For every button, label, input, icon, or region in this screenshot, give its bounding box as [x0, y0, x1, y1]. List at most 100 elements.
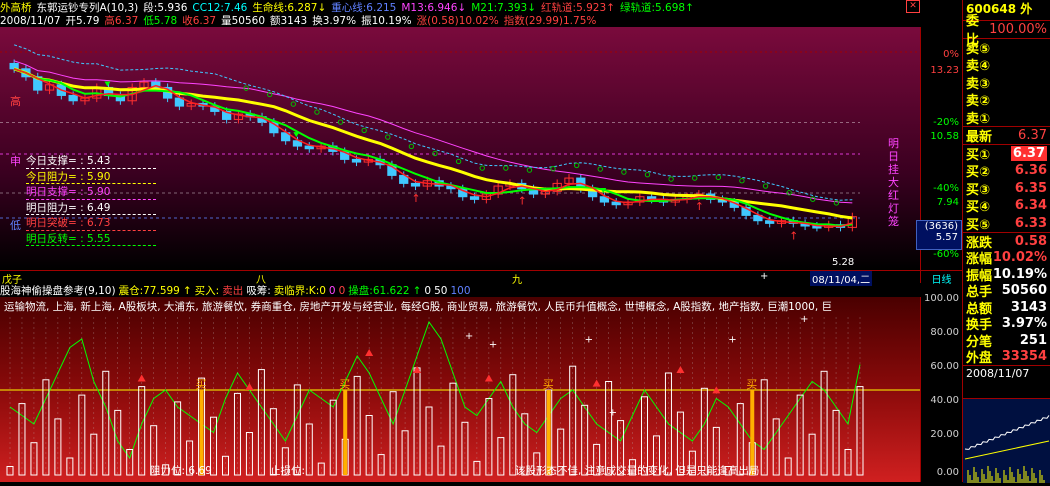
buy-order-4-label: 买⑤	[966, 217, 991, 233]
price-marker-b: 5.57	[935, 232, 958, 243]
axis-label-6: 7.94	[936, 197, 959, 208]
close-icon[interactable]: ✕	[906, 0, 920, 13]
buy-tag-1: 买	[339, 378, 350, 391]
buy-tag-3: 买	[746, 378, 757, 391]
indicator-name[interactable]: 股海神偷操盘参考(9,10)	[0, 285, 116, 297]
stat-3: 总手 50560	[963, 283, 1050, 300]
buy-order-1: 买② 6.36	[963, 162, 1050, 180]
di-label: 低	[10, 219, 21, 232]
sell-order-3: 卖②	[963, 91, 1050, 109]
sell-order-2-label: 卖③	[966, 76, 991, 92]
ohlc-date: 2008/11/07	[0, 15, 61, 27]
stat-4: 总额 3143	[963, 299, 1050, 317]
axis-label-5: -40%	[933, 183, 959, 194]
buy-order-1-label: 买②	[966, 165, 991, 181]
indicator-z: 0	[328, 285, 336, 297]
quote-date: 2008/11/07	[966, 367, 1030, 380]
price-chart[interactable]: ↑ ↑ ↑ ↑ 今日支撑= : 5.43 今日阻力= : 5.90 明日支撑= : 5.9…	[0, 27, 920, 270]
indicator-n100: 100	[450, 285, 471, 297]
annotation-2: 明日支撑= : 5.90	[26, 184, 156, 200]
up-arrow-2: ↑	[695, 200, 704, 213]
buy-order-0-value: 6.37	[1010, 145, 1047, 161]
sell-order-0: 卖⑤	[963, 39, 1050, 57]
sell-order-4-label: 卖①	[966, 111, 991, 127]
plus-mark-4: +	[800, 314, 808, 325]
sell-order-2: 卖③	[963, 74, 1050, 92]
vertical-lantern-text: 明日挂大红灯笼	[888, 137, 899, 228]
ohlc-chg: 涨(0.58)10.02%	[416, 15, 499, 27]
stop-level: 止损位:	[270, 465, 306, 477]
low-axis-60: 60.00	[930, 361, 959, 372]
candle-body-51	[611, 201, 621, 206]
high-label: 高	[10, 95, 21, 108]
sell-order-0-label: 卖⑤	[966, 41, 991, 57]
stat-6-value: 251	[1019, 332, 1047, 348]
indicator-xf: 吸筹:	[246, 285, 271, 297]
axis-label-4: 10.58	[930, 131, 959, 142]
period-switch[interactable]: 日线	[920, 270, 962, 286]
low-axis-100: 100.00	[924, 293, 959, 304]
price-marker-a: (3636)	[924, 221, 958, 232]
stat-3-value: 50560	[1001, 283, 1047, 299]
indicator-n50: 50	[434, 285, 448, 297]
up-arrow-3: ↑	[789, 229, 798, 242]
buy-tag-2: 买	[543, 378, 554, 391]
buy-bar-1	[343, 390, 348, 475]
stat-list: 涨跌 0.58 涨幅 10.02% 振幅 10.19% 总手 50560 总额 3143 换手 3.9…	[963, 232, 1050, 366]
buy-order-2: 买③ 6.35	[963, 180, 1050, 198]
indicator-cp: 操盘:61.622	[348, 285, 410, 297]
plus-mark-5: +	[609, 408, 617, 419]
stat-5-value: 3.97%	[1001, 316, 1047, 332]
indicator-sell: 卖出	[222, 285, 244, 297]
indicator-chart[interactable]: 买买买买+++++++ 运输物流, 上海, 新上海, A股板块, 大浦东, 旅游…	[0, 297, 920, 482]
annotation-5: 明日反转= : 5.55	[26, 231, 156, 246]
ohlc-vol: 量50560	[221, 15, 265, 27]
indicator-zd-arrow: ↑	[182, 285, 192, 297]
buy-order-0-label: 买①	[966, 147, 991, 163]
low-axis-20: 20.00	[930, 429, 959, 440]
weibi-value: 100.00%	[989, 21, 1047, 37]
buy-order-0: 买① 6.37	[963, 145, 1050, 163]
buy-order-2-label: 买③	[966, 182, 991, 198]
axis-label-3: -20%	[933, 117, 959, 128]
low-axis-0: 0.00	[936, 467, 959, 478]
latest-label: 最新	[966, 129, 993, 145]
ohlc-high: 高6.37	[104, 15, 139, 27]
shen-label: 申	[10, 155, 21, 168]
indicator-zz: 0	[338, 285, 346, 297]
axis-label-7: -60%	[933, 249, 959, 260]
plus-mark-1: +	[465, 331, 473, 342]
warning-text: 该股形态不佳, 注意成交量的变化, 但是只能逢高出局	[515, 465, 760, 477]
latest-value: 6.37	[1018, 127, 1047, 143]
weibi-row: 委比 100.00%	[963, 14, 1050, 48]
concept-list: 运输物流, 上海, 新上海, A股板块, 大浦东, 旅游餐饮, 券商重仓, 房地…	[4, 301, 833, 313]
up-arrow-0: ↑	[411, 192, 420, 205]
stat-1-value: 10.02%	[992, 250, 1047, 266]
sell-order-4: 卖①	[963, 109, 1050, 127]
ohlc-open: 开5.79	[65, 15, 100, 27]
plus-mark-2: +	[585, 334, 593, 345]
axis-label-1: 0%	[943, 49, 959, 60]
price-axis: 0% 13.23 -20% 10.58 -40% 7.94 -60% (3636…	[916, 27, 962, 270]
buy-order-3: 买④ 6.34	[963, 197, 1050, 215]
annotation-4: 明日突破= : 6.73	[26, 215, 156, 231]
ohlc-idx: 指数(29.99)1.75%	[503, 15, 597, 27]
buy-order-4: 买⑤ 6.33	[963, 215, 1050, 233]
up-arrow-1: ↑	[518, 195, 527, 208]
indicator-zd: 震仓:77.599	[118, 285, 180, 297]
buy-order-1-value: 6.36	[1014, 163, 1047, 179]
indicator-axis: 100.00 80.00 60.00 40.00 20.00 0.00	[920, 293, 962, 482]
annotation-0: 今日支撑= : 5.43	[26, 153, 156, 169]
buy-order-3-label: 买④	[966, 200, 991, 216]
sell-order-3-label: 卖②	[966, 94, 991, 110]
candle-body-64	[765, 220, 775, 224]
low-price-label: 5.28	[832, 257, 855, 268]
stat-1: 涨幅 10.02%	[963, 250, 1050, 267]
buy-tag-0: 买	[196, 378, 207, 391]
ohlc-low: 低5.78	[143, 15, 178, 27]
axis-label-2: 13.23	[930, 65, 959, 76]
indicator-buy: 买入:	[194, 285, 220, 297]
indicator-bar: 股海神偷操盘参考(9,10) 震仓:77.599 ↑ 买入: 卖出 吸筹: 卖临界:K:0 0…	[0, 283, 920, 297]
tick-chart	[963, 398, 1050, 483]
ohlc-turnover: 换3.97%	[312, 15, 357, 27]
